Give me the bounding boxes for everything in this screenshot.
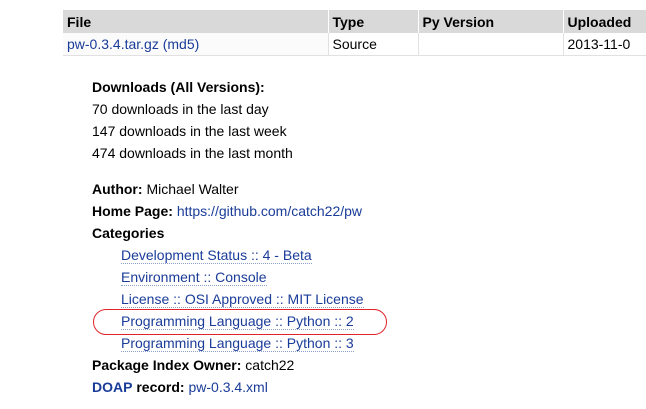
category-link-environment[interactable]: Environment :: Console <box>121 269 267 286</box>
home-page-row: Home Page: https://github.com/catch22/pw <box>92 200 364 222</box>
list-item: Environment :: Console <box>121 266 364 288</box>
downloads-month: 474 downloads in the last month <box>92 145 293 161</box>
home-page-link[interactable]: https://github.com/catch22/pw <box>177 203 362 219</box>
files-table-header: File Type Py Version Uploaded <box>63 10 646 33</box>
author-label: Author: <box>92 181 143 197</box>
category-link-python-2[interactable]: Programming Language :: Python :: 2 <box>121 313 354 330</box>
downloads-day: 70 downloads in the last day <box>92 101 269 117</box>
md5-link[interactable]: (md5) <box>163 36 200 52</box>
author-row: Author: Michael Walter <box>92 178 364 200</box>
doap-row: DOAP record: pw-0.3.4.xml <box>92 376 364 398</box>
list-item: Programming Language :: Python :: 2 <box>121 310 364 332</box>
type-cell: Source <box>328 33 419 56</box>
category-link-development-status[interactable]: Development Status :: 4 - Beta <box>121 247 312 264</box>
column-header-file[interactable]: File <box>63 10 329 33</box>
uploaded-cell: 2013-11-0 <box>563 33 646 56</box>
column-header-type[interactable]: Type <box>328 10 419 33</box>
doap-link[interactable]: DOAP <box>92 379 132 395</box>
package-details: Downloads (All Versions): 70 downloads i… <box>92 76 364 398</box>
owner-value: catch22 <box>245 357 295 373</box>
table-row: pw-0.3.4.tar.gz (md5) Source 2013-11-0 <box>63 33 646 56</box>
author-value: Michael Walter <box>146 181 239 197</box>
category-link-python-3[interactable]: Programming Language :: Python :: 3 <box>121 335 354 352</box>
downloads-title: Downloads (All Versions): <box>92 79 265 95</box>
column-header-py-version[interactable]: Py Version <box>418 10 564 33</box>
py-version-cell <box>418 33 564 56</box>
downloads-week: 147 downloads in the last week <box>92 123 287 139</box>
list-item: Development Status :: 4 - Beta <box>121 244 364 266</box>
category-link-license[interactable]: License :: OSI Approved :: MIT License <box>121 291 364 308</box>
doap-file-link[interactable]: pw-0.3.4.xml <box>188 379 267 395</box>
file-cell: pw-0.3.4.tar.gz (md5) <box>63 33 329 56</box>
column-header-uploaded[interactable]: Uploaded <box>563 10 646 33</box>
owner-row: Package Index Owner: catch22 <box>92 354 364 376</box>
owner-label: Package Index Owner: <box>92 357 242 373</box>
categories-list: Development Status :: 4 - Beta Environme… <box>92 244 364 354</box>
files-table: File Type Py Version Uploaded pw-0.3.4.t… <box>63 10 646 56</box>
doap-record-label: record: <box>136 379 185 395</box>
list-item: Programming Language :: Python :: 3 <box>121 332 364 354</box>
home-page-label: Home Page: <box>92 203 173 219</box>
file-download-link[interactable]: pw-0.3.4.tar.gz <box>67 36 159 52</box>
list-item: License :: OSI Approved :: MIT License <box>121 288 364 310</box>
categories-label: Categories <box>92 225 165 241</box>
